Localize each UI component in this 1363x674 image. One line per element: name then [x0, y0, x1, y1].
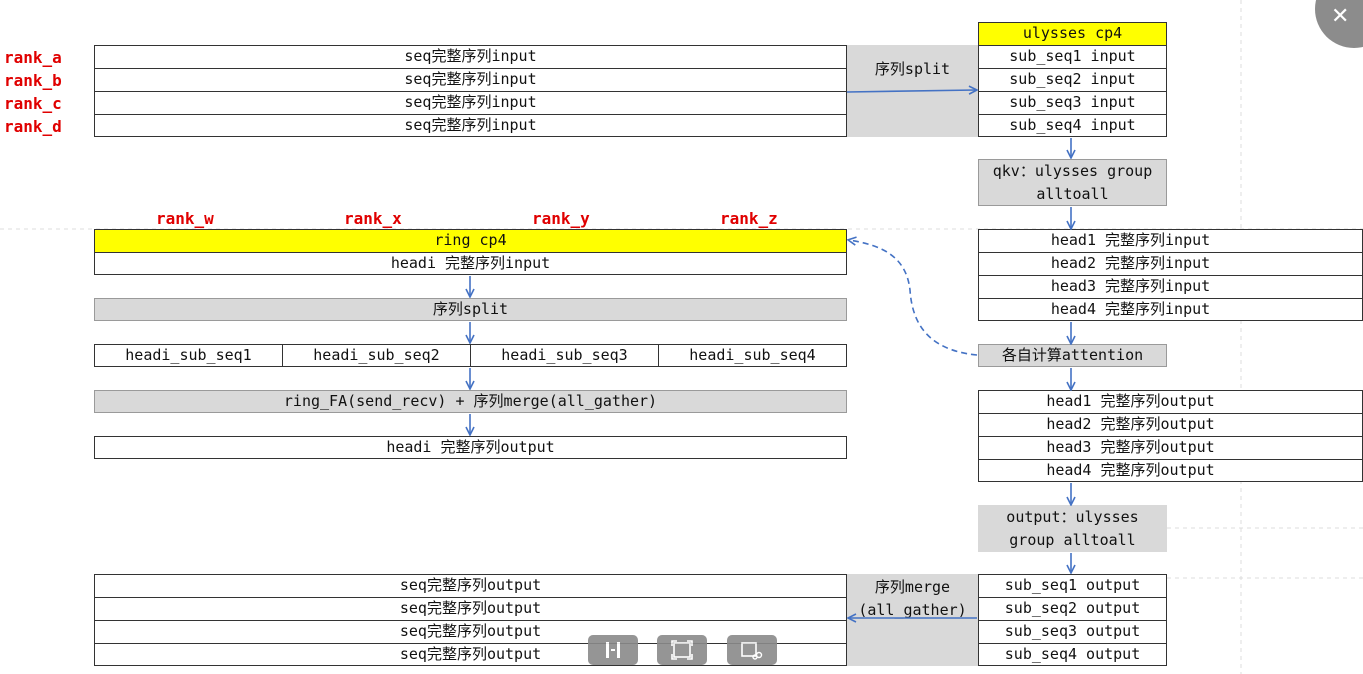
attention-box: 各自计算attention [978, 344, 1167, 367]
ring-split-box: 序列split [94, 298, 847, 321]
head-output-row: head1 完整序列output [978, 390, 1363, 414]
ring-title: ring cp4 [94, 229, 847, 253]
head-output-row: head2 完整序列output [978, 413, 1363, 437]
rank-label-z: rank_z [720, 209, 778, 228]
seq-input-row: seq完整序列input [94, 91, 847, 115]
headi-sub-seq-cell: headi_sub_seq2 [282, 344, 471, 367]
seq-input-row: seq完整序列input [94, 45, 847, 69]
sub-seq-input-row: sub_seq4 input [978, 114, 1167, 137]
seq-input-row: seq完整序列input [94, 114, 847, 137]
headi-output-row: headi 完整序列output [94, 436, 847, 459]
sub-seq-input-row: sub_seq1 input [978, 45, 1167, 69]
headi-input-row: headi 完整序列input [94, 252, 847, 275]
rank-label-w: rank_w [156, 209, 214, 228]
close-button[interactable]: ✕ [1315, 0, 1363, 48]
seq-input-row: seq完整序列input [94, 68, 847, 92]
crop-edit-icon [741, 642, 763, 660]
head-output-row: head4 完整序列output [978, 459, 1363, 482]
rank-label-a: rank_a [4, 48, 62, 67]
pause-icon [606, 642, 620, 658]
head-input-row: head4 完整序列input [978, 298, 1363, 321]
toolbar-crop-button[interactable] [727, 635, 777, 665]
seq-output-row: seq完整序列output [94, 597, 847, 621]
close-icon: ✕ [1331, 4, 1350, 29]
rank-label-x: rank_x [344, 209, 402, 228]
rank-label-b: rank_b [4, 71, 62, 90]
head-input-row: head3 完整序列input [978, 275, 1363, 299]
headi-sub-seq-cell: headi_sub_seq3 [470, 344, 659, 367]
output-alltoall-box: output：ulysses group alltoall [978, 505, 1167, 552]
merge-label: 序列merge (all_gather) [858, 578, 967, 619]
headi-sub-seq-cell: headi_sub_seq4 [658, 344, 847, 367]
sub-seq-output-row: sub_seq1 output [978, 574, 1167, 598]
toolbar-fit-button[interactable] [657, 635, 707, 665]
rank-label-y: rank_y [532, 209, 590, 228]
headi-sub-seq-cell: headi_sub_seq1 [94, 344, 283, 367]
rank-label-c: rank_c [4, 94, 62, 113]
sub-seq-output-row: sub_seq4 output [978, 643, 1167, 666]
head-input-row: head1 完整序列input [978, 229, 1363, 253]
ulysses-title: ulysses cp4 [978, 22, 1167, 46]
seq-output-row: seq完整序列output [94, 574, 847, 598]
sub-seq-input-row: sub_seq2 input [978, 68, 1167, 92]
qkv-alltoall-box: qkv：ulysses group alltoall [978, 159, 1167, 206]
sub-seq-output-row: sub_seq3 output [978, 620, 1167, 644]
split-label: 序列split [874, 60, 951, 79]
head-input-row: head2 完整序列input [978, 252, 1363, 276]
head-output-row: head3 完整序列output [978, 436, 1363, 460]
sub-seq-output-row: sub_seq2 output [978, 597, 1167, 621]
ring-fa-box: ring_FA(send_recv) + 序列merge(all_gather) [94, 390, 847, 413]
sub-seq-input-row: sub_seq3 input [978, 91, 1167, 115]
toolbar-pause-button[interactable] [588, 635, 638, 665]
fit-screen-icon [671, 640, 693, 660]
rank-label-d: rank_d [4, 117, 62, 136]
